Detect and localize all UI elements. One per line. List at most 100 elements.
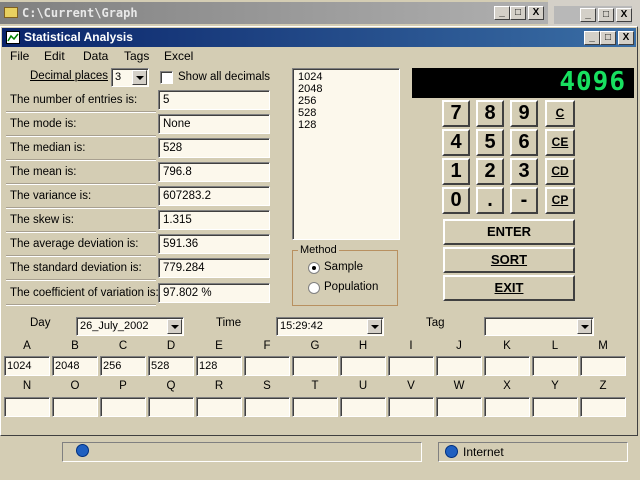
column-label: J bbox=[456, 340, 462, 352]
menu-edit[interactable]: Edit bbox=[44, 49, 65, 63]
row-divider bbox=[6, 135, 156, 137]
chevron-down-icon[interactable] bbox=[167, 319, 182, 334]
column-label: S bbox=[263, 380, 271, 392]
stat-label: The skew is: bbox=[10, 214, 74, 226]
grid-cell[interactable] bbox=[484, 397, 530, 417]
clear-button[interactable]: C bbox=[545, 100, 575, 127]
minimize-button[interactable]: _ bbox=[584, 31, 600, 45]
column-label: A bbox=[23, 340, 31, 352]
window-title: Statistical Analysis bbox=[2, 28, 636, 47]
grid-cell[interactable] bbox=[484, 356, 530, 376]
grid-cell[interactable] bbox=[340, 356, 386, 376]
stat-label: The coefficient of variation is: bbox=[10, 287, 159, 299]
list-item[interactable]: 528 bbox=[298, 107, 394, 119]
stat-value-field: 97.802 % bbox=[158, 283, 270, 303]
method-title: Method bbox=[298, 244, 339, 256]
grid-cell[interactable] bbox=[196, 397, 242, 417]
grid-cell[interactable]: 528 bbox=[148, 356, 194, 376]
column-label: Q bbox=[166, 380, 176, 392]
maximize-button[interactable]: □ bbox=[600, 31, 616, 45]
column-label: D bbox=[166, 340, 176, 352]
list-item[interactable]: 2048 bbox=[298, 83, 394, 95]
grid-cell[interactable] bbox=[292, 397, 338, 417]
grid-cell[interactable] bbox=[580, 397, 626, 417]
clear-entry-button[interactable]: CE bbox=[545, 129, 575, 156]
key-decimal[interactable]: . bbox=[476, 187, 504, 214]
close-button[interactable]: X bbox=[618, 31, 634, 45]
population-radio[interactable] bbox=[308, 282, 320, 294]
row-divider bbox=[6, 159, 156, 161]
key-6[interactable]: 6 bbox=[510, 129, 538, 156]
stat-label: The standard deviation is: bbox=[10, 262, 142, 274]
grid-cell[interactable] bbox=[340, 397, 386, 417]
chevron-down-icon[interactable] bbox=[132, 70, 147, 85]
key-8[interactable]: 8 bbox=[476, 100, 504, 127]
time-select[interactable]: 15:29:42 bbox=[276, 317, 384, 336]
key-1[interactable]: 1 bbox=[442, 158, 470, 185]
menu-data[interactable]: Data bbox=[83, 49, 108, 63]
grid-cell[interactable] bbox=[580, 356, 626, 376]
grid-cell[interactable] bbox=[4, 397, 50, 417]
grid-cell[interactable]: 1024 bbox=[4, 356, 50, 376]
key-4[interactable]: 4 bbox=[442, 129, 470, 156]
grid-cell[interactable] bbox=[100, 397, 146, 417]
entries-list[interactable]: 1024 2048 256 528 128 bbox=[292, 68, 400, 240]
grid-cell[interactable]: 128 bbox=[196, 356, 242, 376]
decimal-places-label: Decimal places bbox=[30, 70, 108, 82]
menu-excel[interactable]: Excel bbox=[164, 49, 193, 63]
grid-cell[interactable]: 2048 bbox=[52, 356, 98, 376]
globe-icon bbox=[445, 445, 458, 458]
list-item[interactable]: 128 bbox=[298, 119, 394, 131]
key-9[interactable]: 9 bbox=[510, 100, 538, 127]
grid-cell[interactable]: 256 bbox=[100, 356, 146, 376]
list-item[interactable]: 256 bbox=[298, 95, 394, 107]
sort-button[interactable]: SORT bbox=[443, 247, 575, 273]
bg2-close-button[interactable]: X bbox=[616, 8, 632, 22]
stat-label: The variance is: bbox=[10, 190, 92, 202]
copy-button[interactable]: CP bbox=[545, 187, 575, 214]
exit-button[interactable]: EXIT bbox=[443, 275, 575, 301]
clear-data-button[interactable]: CD bbox=[545, 158, 575, 185]
bg-minimize-button[interactable]: _ bbox=[494, 6, 510, 20]
stat-value-field: 528 bbox=[158, 138, 270, 158]
menu-file[interactable]: File bbox=[10, 49, 29, 63]
key-5[interactable]: 5 bbox=[476, 129, 504, 156]
bg-close-button[interactable]: X bbox=[528, 6, 544, 20]
grid-cell[interactable] bbox=[532, 356, 578, 376]
row-divider bbox=[6, 279, 156, 281]
time-label: Time bbox=[216, 317, 242, 329]
grid-cell[interactable] bbox=[532, 397, 578, 417]
day-select[interactable]: 26_July_2002 bbox=[76, 317, 184, 336]
grid-cell[interactable] bbox=[436, 356, 482, 376]
menu-tags[interactable]: Tags bbox=[124, 49, 149, 63]
bg2-maximize-button[interactable]: □ bbox=[598, 8, 614, 22]
grid-cell[interactable] bbox=[292, 356, 338, 376]
show-all-decimals-checkbox[interactable] bbox=[160, 71, 173, 84]
key-2[interactable]: 2 bbox=[476, 158, 504, 185]
grid-cell[interactable] bbox=[388, 356, 434, 376]
chevron-down-icon[interactable] bbox=[367, 319, 382, 334]
column-label: K bbox=[503, 340, 511, 352]
chevron-down-icon[interactable] bbox=[577, 319, 592, 334]
grid-cell[interactable] bbox=[52, 397, 98, 417]
decimal-places-select[interactable]: 3 bbox=[111, 68, 149, 87]
list-item[interactable]: 1024 bbox=[298, 71, 394, 83]
tag-select[interactable] bbox=[484, 317, 594, 336]
time-value: 15:29:42 bbox=[280, 320, 323, 332]
column-label: G bbox=[310, 340, 320, 352]
sample-radio[interactable] bbox=[308, 262, 320, 274]
grid-cell[interactable] bbox=[436, 397, 482, 417]
bg2-minimize-button[interactable]: _ bbox=[580, 8, 596, 22]
grid-cell[interactable] bbox=[244, 397, 290, 417]
key-minus[interactable]: - bbox=[510, 187, 538, 214]
bg-maximize-button[interactable]: □ bbox=[510, 6, 526, 20]
column-label: E bbox=[215, 340, 223, 352]
column-label: R bbox=[214, 380, 224, 392]
enter-button[interactable]: ENTER bbox=[443, 219, 575, 245]
grid-cell[interactable] bbox=[244, 356, 290, 376]
grid-cell[interactable] bbox=[388, 397, 434, 417]
key-7[interactable]: 7 bbox=[442, 100, 470, 127]
key-0[interactable]: 0 bbox=[442, 187, 470, 214]
grid-cell[interactable] bbox=[148, 397, 194, 417]
key-3[interactable]: 3 bbox=[510, 158, 538, 185]
